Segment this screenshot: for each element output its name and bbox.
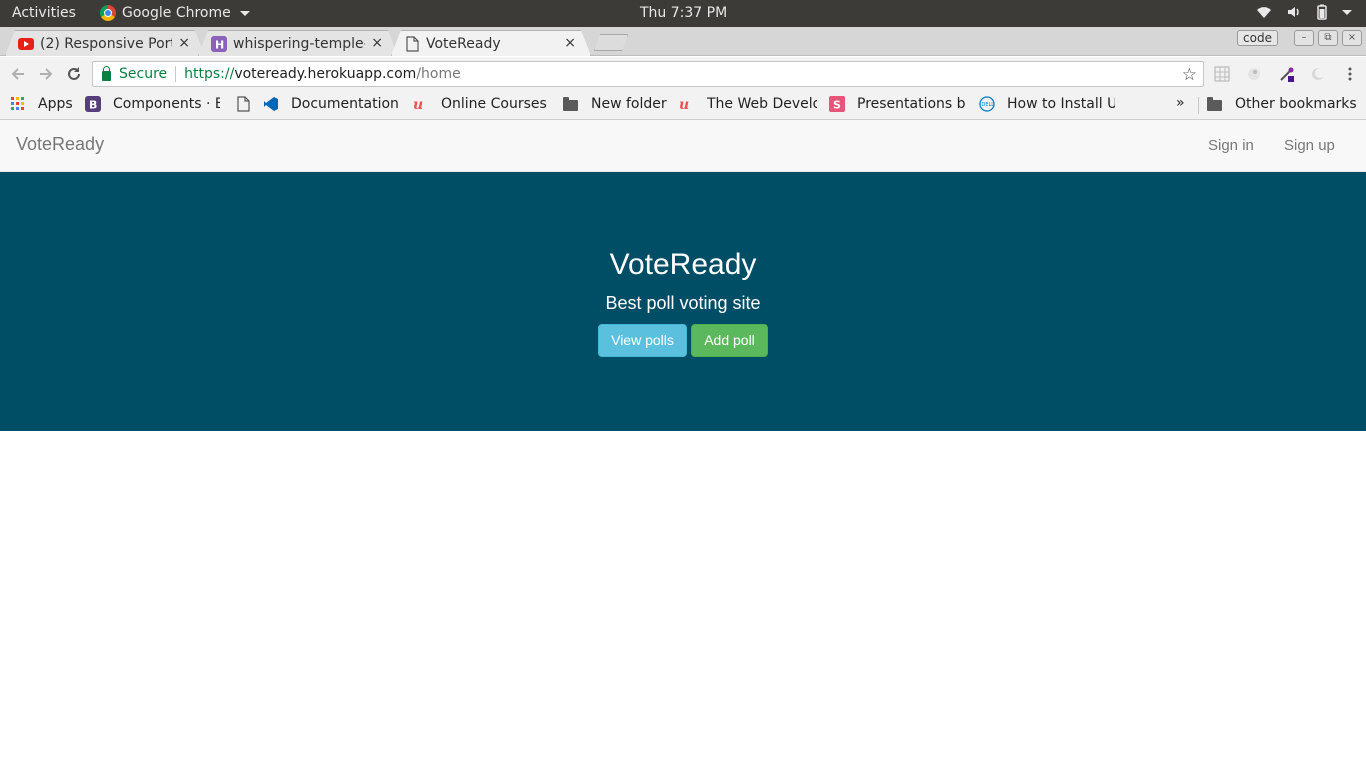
forward-icon[interactable] (37, 65, 55, 83)
tab-heroku[interactable]: H whispering-temple- × (198, 30, 398, 56)
bookmark-label: The Web Develo (707, 96, 817, 112)
apps-grid-icon (11, 97, 24, 110)
youtube-icon (18, 36, 34, 52)
bookmark-label: Other bookmarks (1235, 96, 1357, 112)
eyedropper-icon[interactable] (1279, 66, 1295, 82)
udemy-icon: u (413, 97, 423, 112)
folder-icon-wrap (563, 96, 579, 112)
close-icon[interactable]: × (178, 35, 190, 51)
bookmarks-overflow-button[interactable]: » (1176, 95, 1185, 111)
bookmark-label: Documentation (291, 96, 399, 112)
folder-icon (563, 97, 578, 111)
tab-title: (2) Responsive Port (40, 35, 172, 52)
caret-down-icon (239, 10, 250, 16)
hero-jumbotron: VoteReady Best poll voting site View pol… (0, 172, 1366, 431)
volume-icon (1288, 7, 1299, 17)
svg-text:DELL: DELL (982, 102, 995, 108)
tab-voteready[interactable]: VoteReady × (391, 30, 591, 56)
heroku-icon: H (211, 36, 227, 52)
minimize-button[interactable]: – (1294, 30, 1314, 46)
bookmark-other[interactable]: Other bookmarks (1207, 96, 1357, 112)
folder-icon (1207, 97, 1222, 111)
window-controls: code – ⧉ × (1237, 30, 1362, 46)
new-tab-button[interactable] (594, 34, 628, 51)
menu-dots-icon[interactable] (1342, 66, 1358, 82)
extension-moon-icon[interactable] (1310, 66, 1326, 82)
page-icon (237, 96, 250, 112)
battery-icon (1317, 4, 1327, 20)
svg-text:H: H (215, 38, 224, 51)
page-icon (404, 36, 420, 52)
folder-icon-wrap (1207, 96, 1223, 112)
bookmarks-bar: Apps B Components · B Documentation u On… (0, 91, 1366, 120)
bookmark-apps[interactable]: Apps (10, 96, 73, 112)
sign-in-link[interactable]: Sign in (1208, 137, 1254, 154)
svg-text:u: u (413, 97, 423, 112)
close-icon[interactable]: × (564, 35, 576, 51)
tab-youtube[interactable]: (2) Responsive Port × (5, 30, 205, 56)
bookmark-presentations[interactable]: S Presentations b (829, 96, 965, 112)
bookmark-new-folder[interactable]: New folder (563, 96, 667, 112)
bookmark-label: Components · B (113, 96, 220, 112)
extension-circle-icon[interactable] (1246, 66, 1262, 82)
caret-down-icon (1342, 9, 1352, 15)
svg-text:u: u (679, 97, 689, 112)
close-window-button[interactable]: × (1342, 30, 1362, 46)
secure-label: Secure (119, 66, 168, 82)
svg-text:B: B (89, 99, 97, 112)
wifi-icon (1257, 7, 1271, 18)
slides-icon: S (829, 96, 845, 112)
bookmark-star-icon[interactable]: ☆ (1182, 65, 1197, 85)
browser-toolbar: Secure https://voteready.herokuapp.com/h… (0, 57, 1366, 91)
profile-badge[interactable]: code (1237, 30, 1278, 46)
url-host: voteready.herokuapp.com (234, 66, 417, 82)
url-scheme: https:// (184, 66, 235, 82)
udemy-icon: u (679, 97, 689, 112)
svg-text:S: S (833, 99, 841, 112)
bookmark-label: Apps (38, 96, 73, 112)
tab-strip: (2) Responsive Port × H whispering-templ… (0, 27, 1366, 56)
bookmark-web-developer[interactable]: u The Web Develo (679, 96, 817, 112)
site-brand[interactable]: VoteReady (16, 134, 104, 155)
bookmark-label: How to Install U (1007, 96, 1115, 112)
restore-button[interactable]: ⧉ (1318, 30, 1338, 46)
close-icon[interactable]: × (371, 35, 383, 51)
lock-icon (102, 65, 111, 81)
tab-title: VoteReady (426, 35, 501, 52)
url-path: /home (416, 66, 461, 82)
dell-icon: DELL (979, 96, 995, 112)
reload-icon[interactable] (65, 65, 83, 83)
app-menu-label: Google Chrome (122, 5, 231, 21)
bookmark-page[interactable] (235, 96, 263, 112)
bookmark-documentation[interactable]: Documentation (263, 96, 399, 112)
os-top-bar: Activities Google Chrome Thu 7:37 PM (0, 0, 1366, 27)
back-icon[interactable] (9, 65, 27, 83)
system-tray[interactable] (1256, 4, 1352, 20)
divider (1198, 97, 1199, 114)
bookmark-how-to-install[interactable]: DELL How to Install U (979, 96, 1115, 112)
bookmark-label: New folder (591, 96, 667, 112)
bootstrap-icon: B (85, 96, 101, 112)
divider (175, 66, 177, 82)
address-bar[interactable]: Secure https://voteready.herokuapp.com/h… (92, 61, 1204, 87)
hero-title: VoteReady (609, 248, 757, 281)
site-navbar: VoteReady Sign in Sign up (0, 120, 1366, 172)
view-polls-button[interactable]: View polls (598, 324, 687, 357)
tab-title: whispering-temple- (233, 35, 365, 52)
sign-up-link[interactable]: Sign up (1284, 137, 1335, 154)
clock[interactable]: Thu 7:37 PM (640, 5, 727, 21)
app-menu[interactable]: Google Chrome (100, 5, 250, 21)
chrome-icon (100, 5, 116, 21)
hero-subtitle: Best poll voting site (605, 293, 761, 313)
extension-grid-icon[interactable] (1214, 66, 1230, 82)
vscode-icon (264, 97, 278, 111)
bookmark-online-courses[interactable]: u Online Courses (413, 96, 549, 112)
bookmark-label: Presentations b (857, 96, 965, 112)
add-poll-button[interactable]: Add poll (691, 324, 768, 357)
activities-button[interactable]: Activities (12, 5, 76, 21)
bookmark-components[interactable]: B Components · B (85, 96, 220, 112)
bookmark-label: Online Courses (441, 96, 547, 112)
